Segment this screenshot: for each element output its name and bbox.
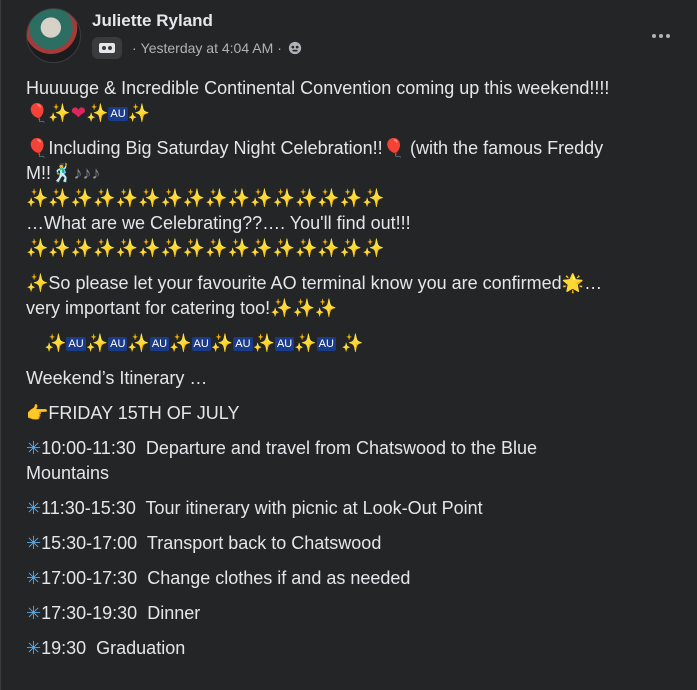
more-options-icon[interactable] <box>646 26 676 46</box>
author-avatar[interactable] <box>26 8 81 63</box>
post-text-line: ✨So please let your favourite AO termina… <box>26 273 603 293</box>
glowing-star-icon: 🌟 <box>561 273 585 293</box>
sparkle-row: ✨✨✨✨✨✨✨✨✨✨✨✨✨✨✨✨ <box>26 238 385 258</box>
sparkles-icon: ✨ <box>127 103 151 123</box>
australia-flag-icon: AU <box>108 107 128 121</box>
itinerary-item: ✳11:30-15:30 Tour itinerary with picnic … <box>26 498 483 518</box>
balloon-icon: 🎈 <box>382 138 406 158</box>
balloon-icon: 🎈 <box>26 138 49 158</box>
eight-spoked-asterisk-icon: ✳ <box>26 533 42 553</box>
facebook-post: Juliette Ryland · Yesterday at 4:04 AM · <box>0 0 697 690</box>
itinerary-item: ✳10:00-11:30 Departure and travel from C… <box>26 438 538 458</box>
post-timestamp[interactable]: Yesterday at 4:04 AM <box>141 40 274 56</box>
pointing-hand-icon: 👉 <box>26 403 49 423</box>
group-icon[interactable] <box>92 37 122 59</box>
post-header: Juliette Ryland · Yesterday at 4:04 AM · <box>26 8 676 64</box>
eight-spoked-asterisk-icon: ✳ <box>26 638 42 658</box>
itinerary-heading: Weekend’s Itinerary … <box>26 368 208 388</box>
date-heading: 👉FRIDAY 15TH OF JULY <box>26 403 240 423</box>
emoji-line: 🎈✨❤✨ AU ✨ <box>26 101 666 126</box>
post-text-line: 🎈Including Big Saturday Night Celebratio… <box>26 138 604 158</box>
dancer-icon: 🕺 <box>51 163 74 183</box>
itinerary-item: ✳15:30-17:00 Transport back to Chatswood <box>26 533 382 553</box>
itinerary-item: ✳17:00-17:30 Change clothes if and as ne… <box>26 568 411 588</box>
music-icon: ♪ <box>91 163 101 183</box>
heart-icon: ❤ <box>70 103 86 123</box>
eight-spoked-asterisk-icon: ✳ <box>26 603 42 623</box>
balloon-icon: 🎈 <box>26 103 49 123</box>
post-body: Huuuuge & Incredible Continental Convent… <box>26 76 666 661</box>
post-meta: · Yesterday at 4:04 AM · <box>92 37 302 59</box>
eight-spoked-asterisk-icon: ✳ <box>26 568 42 588</box>
flag-sparkle-row: ✨ AU ✨ AU ✨ AU ✨ AU ✨ AU ✨ AU ✨ AU ✨ <box>44 333 364 353</box>
sparkles-icon: ✨ <box>85 103 109 123</box>
author-name[interactable]: Juliette Ryland <box>92 11 213 31</box>
meta-separator-2: · <box>277 40 282 56</box>
post-text-line: very important for catering too!✨✨✨ <box>26 298 338 318</box>
itinerary-item-continued: Mountains <box>26 463 110 483</box>
eight-spoked-asterisk-icon: ✳ <box>26 498 42 518</box>
itinerary-item: ✳17:30-19:30 Dinner <box>26 603 201 623</box>
sparkles-icon: ✨✨✨ <box>270 298 338 318</box>
meta-separator: · <box>132 40 137 56</box>
itinerary-item: ✳19:30 Graduation <box>26 638 186 658</box>
sparkles-icon: ✨ <box>48 103 71 123</box>
sparkle-row: ✨✨✨✨✨✨✨✨✨✨✨✨✨✨✨✨ <box>26 188 385 208</box>
eight-spoked-asterisk-icon: ✳ <box>26 438 42 458</box>
post-text-line: Huuuuge & Incredible Continental Convent… <box>26 78 610 98</box>
sparkles-icon: ✨ <box>26 273 49 293</box>
post-text-line: M!!🕺♪♪♪ <box>26 163 101 183</box>
post-text-line: …What are we Celebrating??…. You'll find… <box>26 213 411 233</box>
globe-icon <box>288 41 302 55</box>
